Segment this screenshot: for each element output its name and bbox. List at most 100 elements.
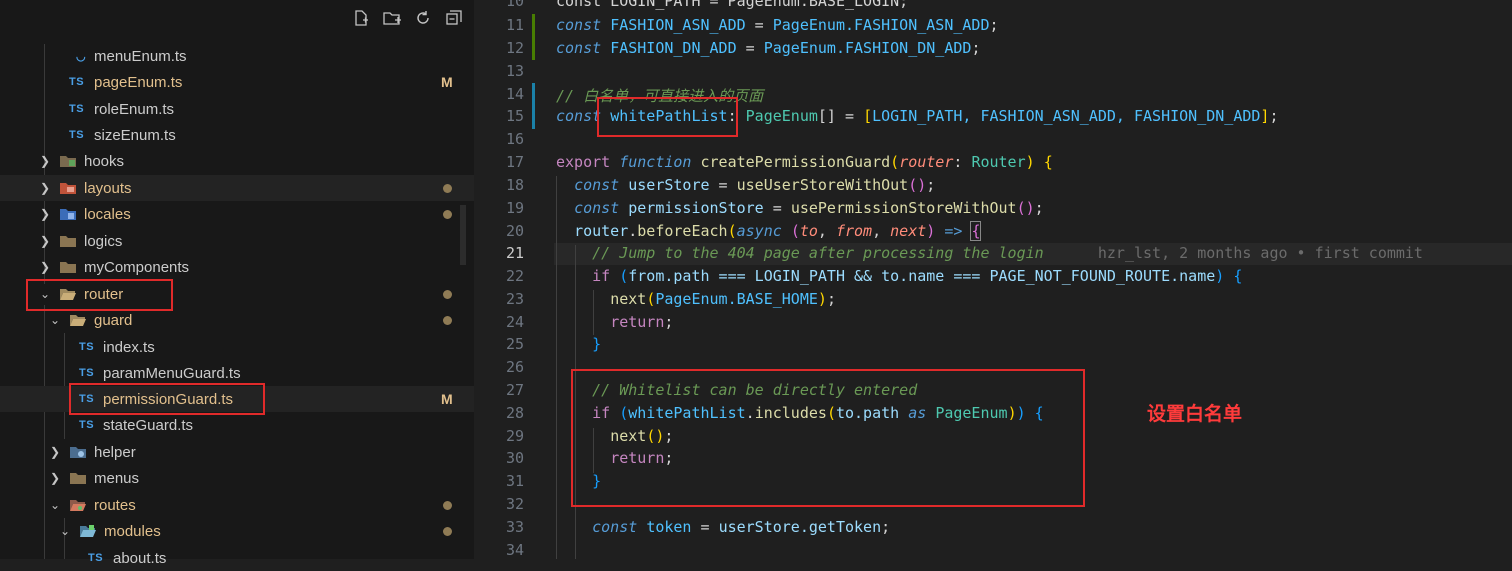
helper-folder-icon <box>69 444 87 460</box>
typescript-file-icon: TS <box>79 367 95 379</box>
whitelist-block-highlight-box <box>571 369 1085 507</box>
tree-item-locales[interactable]: ❯ locales <box>0 201 474 227</box>
line-number: 27 <box>505 381 524 399</box>
routes-folder-icon <box>69 497 87 513</box>
tree-item-label: paramMenuGuard.ts <box>103 364 241 382</box>
line-number: 28 <box>505 404 524 422</box>
modified-dot <box>443 289 452 299</box>
modified-badge: M <box>441 74 453 90</box>
line-number: 15 <box>505 107 524 125</box>
annotation-label: 设置白名单 <box>1147 403 1243 425</box>
tree-item-label: about.ts <box>113 549 167 567</box>
line-number: 10 <box>505 0 524 10</box>
tree-item-hooks[interactable]: ❯ hooks <box>0 148 474 174</box>
explorer-sidebar: ◡ menuEnum.ts TS pageEnum.ts M TS roleEn… <box>0 0 474 567</box>
folder-icon <box>59 259 77 275</box>
folder-open-icon <box>69 312 87 328</box>
tree-item-layouts[interactable]: ❯ layouts <box>0 175 474 201</box>
modified-dot <box>443 183 452 193</box>
tree-item-label: layouts <box>84 179 132 197</box>
line-number: 13 <box>505 62 524 80</box>
code-line-12: const FASHION_DN_ADD = PageEnum.FASHION_… <box>556 39 981 57</box>
git-modified-gutter <box>532 83 535 129</box>
tree-item-label: locales <box>84 205 131 223</box>
tree-item-menuenum[interactable]: ◡ menuEnum.ts <box>0 43 474 69</box>
tree-item-label: stateGuard.ts <box>103 416 194 434</box>
layouts-folder-icon <box>59 180 77 196</box>
tree-item-label: hooks <box>84 152 125 170</box>
code-line-18: const userStore = useUserStoreWithOut(); <box>574 176 936 194</box>
tree-item-stateguard[interactable]: TS stateGuard.ts <box>0 412 474 438</box>
tree-item-label: guard <box>94 311 133 329</box>
refresh-icon[interactable] <box>413 8 433 28</box>
line-number: 34 <box>505 541 524 559</box>
tree-item-pageenum[interactable]: TS pageEnum.ts M <box>0 69 474 95</box>
tree-item-index[interactable]: TS index.ts <box>0 334 474 360</box>
tree-item-menus[interactable]: ❯ menus <box>0 465 474 491</box>
code-line-22: if (from.path === LOGIN_PATH && to.name … <box>592 267 1243 285</box>
chevron-right-icon: ❯ <box>49 445 61 459</box>
line-number: 17 <box>505 153 524 171</box>
sidebar-scrollbar[interactable] <box>460 205 466 265</box>
tree-item-label: sizeEnum.ts <box>94 126 176 144</box>
line-number: 18 <box>505 176 524 194</box>
tree-item-label: helper <box>94 443 136 461</box>
typescript-file-icon: TS <box>69 103 85 115</box>
line-number: 12 <box>505 39 524 57</box>
line-number: 30 <box>505 449 524 467</box>
typescript-file-icon: TS <box>79 419 95 431</box>
code-line-17: export function createPermissionGuard(ro… <box>556 153 1053 171</box>
tree-item-label: index.ts <box>103 338 155 356</box>
line-number: 29 <box>505 427 524 445</box>
line-number: 20 <box>505 222 524 240</box>
tree-item-logics[interactable]: ❯ logics <box>0 228 474 254</box>
tree-item-sizeenum[interactable]: TS sizeEnum.ts <box>0 122 474 148</box>
folder-icon <box>59 233 77 249</box>
tree-item-label: roleEnum.ts <box>94 100 175 118</box>
chevron-right-icon: ❯ <box>39 154 51 168</box>
permissionguard-highlight-box <box>69 383 265 415</box>
explorer-toolbar <box>351 8 464 28</box>
tree-item-about[interactable]: TS about.ts <box>0 545 474 571</box>
line-number: 19 <box>505 199 524 217</box>
new-file-icon[interactable] <box>351 8 371 28</box>
modules-folder-icon <box>79 523 97 539</box>
tree-item-label: modules <box>104 522 161 540</box>
tree-item-roleenum[interactable]: TS roleEnum.ts <box>0 96 474 122</box>
chevron-right-icon: ❯ <box>39 234 51 248</box>
router-highlight-box <box>26 279 173 311</box>
git-added-gutter <box>532 14 535 60</box>
code-line-23: next(PageEnum.BASE_HOME); <box>610 290 836 308</box>
chevron-right-icon: ❯ <box>49 471 61 485</box>
tree-item-label: myComponents <box>84 258 190 276</box>
code-line-11: const FASHION_ASN_ADD = PageEnum.FASHION… <box>556 16 999 34</box>
chevron-right-icon: ❯ <box>39 181 51 195</box>
typescript-file-icon: TS <box>69 76 85 88</box>
tree-item-label: menuEnum.ts <box>94 47 187 65</box>
chevron-right-icon: ❯ <box>39 260 51 274</box>
tree-item-mycomponents[interactable]: ❯ myComponents <box>0 254 474 280</box>
line-number: 23 <box>505 290 524 308</box>
code-line-10: const LOGIN_PATH = PageEnum.BASE_LOGIN; <box>556 0 908 10</box>
line-number: 16 <box>505 130 524 148</box>
tree-item-label: menus <box>94 469 140 487</box>
new-folder-icon[interactable] <box>382 8 402 28</box>
hooks-folder-icon <box>59 153 77 169</box>
tree-item-label: pageEnum.ts <box>94 73 183 91</box>
typescript-file-icon: TS <box>79 341 95 353</box>
line-number: 25 <box>505 335 524 353</box>
tree-item-helper[interactable]: ❯ helper <box>0 439 474 465</box>
code-editor[interactable]: 10 11 12 13 14 15 16 17 18 19 20 21 22 2… <box>474 0 1512 559</box>
chevron-down-icon: ⌄ <box>49 498 61 512</box>
line-number: 33 <box>505 518 524 536</box>
tree-item-modules[interactable]: ⌄ modules <box>0 518 474 544</box>
line-number: 11 <box>505 16 524 34</box>
line-number: 24 <box>505 313 524 331</box>
collapse-all-icon[interactable] <box>444 8 464 28</box>
code-line-21: // Jump to the 404 page after processing… <box>592 244 1423 262</box>
tree-item-routes[interactable]: ⌄ routes <box>0 492 474 518</box>
code-line-19: const permissionStore = usePermissionSto… <box>574 199 1044 217</box>
line-number: 32 <box>505 495 524 513</box>
code-line-33: const token = userStore.getToken; <box>592 518 891 536</box>
typescript-file-icon: TS <box>69 129 85 141</box>
